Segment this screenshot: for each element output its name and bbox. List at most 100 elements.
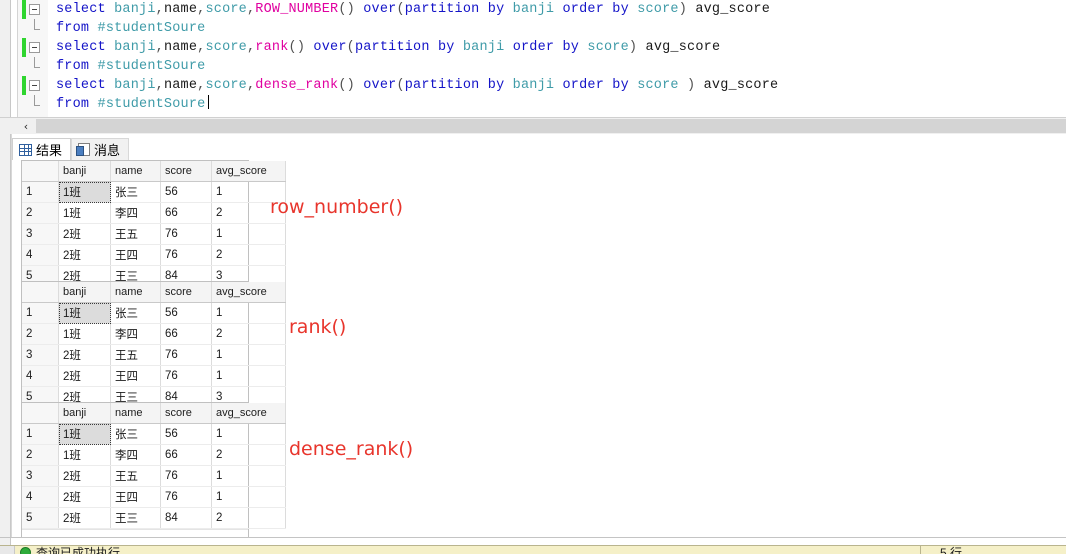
cell-score[interactable]: 66 xyxy=(161,203,212,224)
code-text-area[interactable]: select banji,name,score,ROW_NUMBER() ove… xyxy=(48,0,1066,117)
cell-name[interactable]: 张三 xyxy=(111,424,161,445)
cell-avg_score[interactable]: 2 xyxy=(212,445,286,466)
collapse-region-icon[interactable] xyxy=(29,80,40,91)
cell-name[interactable]: 李四 xyxy=(111,324,161,345)
cell-score[interactable]: 76 xyxy=(161,345,212,366)
table-row[interactable]: 32班王五761 xyxy=(22,224,286,245)
cell-avg_score[interactable]: 2 xyxy=(212,508,286,529)
table-row[interactable]: 21班李四662 xyxy=(22,203,286,224)
cell-avg_score[interactable]: 1 xyxy=(212,303,286,324)
cell-name[interactable]: 王五 xyxy=(111,345,161,366)
table-row[interactable]: 42班王四761 xyxy=(22,366,286,387)
table-row[interactable]: 32班王五761 xyxy=(22,466,286,487)
cell-banji[interactable]: 2班 xyxy=(59,345,111,366)
cell-name[interactable]: 张三 xyxy=(111,303,161,324)
table-row[interactable]: 21班李四662 xyxy=(22,324,286,345)
row-number-cell[interactable]: 1 xyxy=(22,303,59,324)
cell-name[interactable]: 王三 xyxy=(111,508,161,529)
cell-name[interactable]: 张三 xyxy=(111,182,161,203)
table-row[interactable]: 32班王五761 xyxy=(22,345,286,366)
column-header-name[interactable]: name xyxy=(111,403,161,424)
cell-score[interactable]: 56 xyxy=(161,182,212,203)
cell-banji[interactable]: 1班 xyxy=(59,424,111,445)
cell-score[interactable]: 76 xyxy=(161,366,212,387)
result-table[interactable]: banjinamescoreavg_score11班张三56121班李四6623… xyxy=(22,403,286,529)
cell-score[interactable]: 56 xyxy=(161,303,212,324)
cell-score[interactable]: 56 xyxy=(161,424,212,445)
row-number-cell[interactable]: 3 xyxy=(22,224,59,245)
collapse-region-icon[interactable] xyxy=(29,4,40,15)
cell-score[interactable]: 66 xyxy=(161,324,212,345)
cell-score[interactable]: 76 xyxy=(161,466,212,487)
table-row[interactable]: 11班张三561 xyxy=(22,424,286,445)
row-number-cell[interactable]: 4 xyxy=(22,366,59,387)
grid-corner-cell[interactable] xyxy=(22,403,59,424)
cell-name[interactable]: 李四 xyxy=(111,203,161,224)
row-number-cell[interactable]: 2 xyxy=(22,324,59,345)
cell-banji[interactable]: 1班 xyxy=(59,324,111,345)
cell-avg_score[interactable]: 1 xyxy=(212,345,286,366)
cell-name[interactable]: 王四 xyxy=(111,245,161,266)
scroll-left-chevron-icon[interactable]: ‹ xyxy=(18,119,34,133)
cell-avg_score[interactable]: 1 xyxy=(212,224,286,245)
tab-messages[interactable]: 消息 xyxy=(71,138,129,160)
collapse-region-icon[interactable] xyxy=(29,42,40,53)
cell-name[interactable]: 王五 xyxy=(111,466,161,487)
cell-score[interactable]: 76 xyxy=(161,487,212,508)
table-row[interactable]: 11班张三561 xyxy=(22,182,286,203)
cell-banji[interactable]: 2班 xyxy=(59,466,111,487)
result-table[interactable]: banjinamescoreavg_score11班张三56121班李四6623… xyxy=(22,282,286,408)
result-grid[interactable]: banjinamescoreavg_score11班张三56121班李四6623… xyxy=(21,160,249,298)
row-number-cell[interactable]: 2 xyxy=(22,203,59,224)
scrollbar-track[interactable] xyxy=(36,119,1066,133)
table-row[interactable]: 52班王三842 xyxy=(22,508,286,529)
cell-avg_score[interactable]: 1 xyxy=(212,466,286,487)
editor-gutter[interactable] xyxy=(18,0,49,117)
cell-banji[interactable]: 1班 xyxy=(59,445,111,466)
row-number-cell[interactable]: 2 xyxy=(22,445,59,466)
column-header-score[interactable]: score xyxy=(161,282,212,303)
column-header-name[interactable]: name xyxy=(111,161,161,182)
editor-horizontal-scrollbar[interactable]: ‹ xyxy=(0,117,1066,135)
result-grid[interactable]: banjinamescoreavg_score11班张三56121班李四6623… xyxy=(21,402,249,540)
cell-banji[interactable]: 1班 xyxy=(59,182,111,203)
cell-score[interactable]: 76 xyxy=(161,245,212,266)
cell-avg_score[interactable]: 2 xyxy=(212,324,286,345)
row-number-cell[interactable]: 3 xyxy=(22,466,59,487)
row-number-cell[interactable]: 4 xyxy=(22,487,59,508)
row-number-cell[interactable]: 4 xyxy=(22,245,59,266)
table-row[interactable]: 42班王四761 xyxy=(22,487,286,508)
cell-score[interactable]: 84 xyxy=(161,508,212,529)
table-row[interactable]: 42班王四762 xyxy=(22,245,286,266)
cell-name[interactable]: 王四 xyxy=(111,487,161,508)
grid-corner-cell[interactable] xyxy=(22,282,59,303)
sql-editor-pane[interactable]: select banji,name,score,ROW_NUMBER() ove… xyxy=(0,0,1066,117)
column-header-avg_score[interactable]: avg_score xyxy=(212,282,286,303)
row-number-cell[interactable]: 1 xyxy=(22,424,59,445)
row-number-cell[interactable]: 1 xyxy=(22,182,59,203)
cell-banji[interactable]: 2班 xyxy=(59,508,111,529)
grid-corner-cell[interactable] xyxy=(22,161,59,182)
row-number-cell[interactable]: 3 xyxy=(22,345,59,366)
column-header-banji[interactable]: banji xyxy=(59,282,111,303)
cell-banji[interactable]: 1班 xyxy=(59,303,111,324)
cell-avg_score[interactable]: 1 xyxy=(212,424,286,445)
column-header-name[interactable]: name xyxy=(111,282,161,303)
cell-avg_score[interactable]: 1 xyxy=(212,366,286,387)
cell-banji[interactable]: 2班 xyxy=(59,224,111,245)
cell-avg_score[interactable]: 1 xyxy=(212,487,286,508)
column-header-avg_score[interactable]: avg_score xyxy=(212,161,286,182)
cell-avg_score[interactable]: 2 xyxy=(212,245,286,266)
cell-score[interactable]: 66 xyxy=(161,445,212,466)
table-row[interactable]: 21班李四662 xyxy=(22,445,286,466)
tab-results[interactable]: 结果 xyxy=(12,138,71,160)
cell-banji[interactable]: 2班 xyxy=(59,245,111,266)
cell-name[interactable]: 李四 xyxy=(111,445,161,466)
cell-name[interactable]: 王五 xyxy=(111,224,161,245)
result-grid[interactable]: banjinamescoreavg_score11班张三56121班李四6623… xyxy=(21,281,249,419)
column-header-score[interactable]: score xyxy=(161,403,212,424)
result-table[interactable]: banjinamescoreavg_score11班张三56121班李四6623… xyxy=(22,161,286,287)
cell-banji[interactable]: 2班 xyxy=(59,366,111,387)
cell-banji[interactable]: 2班 xyxy=(59,487,111,508)
cell-score[interactable]: 76 xyxy=(161,224,212,245)
